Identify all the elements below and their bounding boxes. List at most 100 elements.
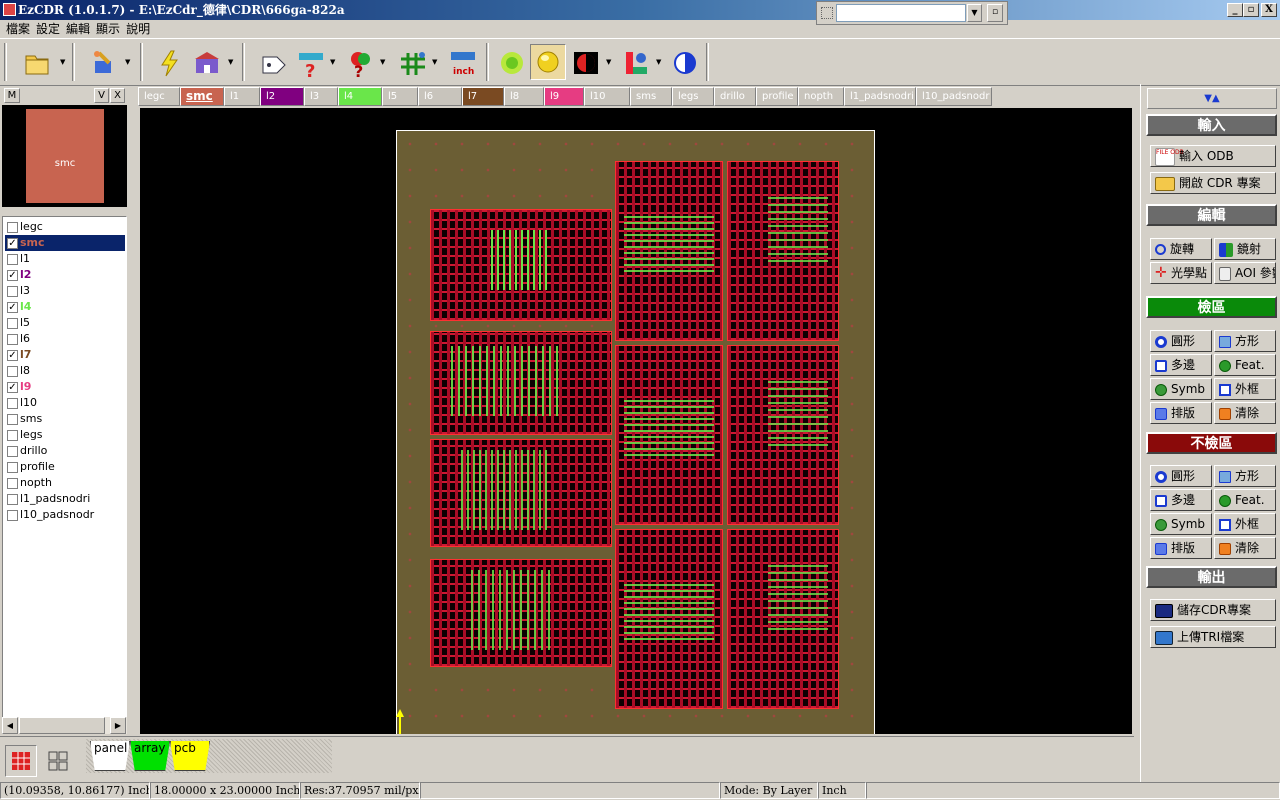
maximize-button[interactable]: ▫ [1243, 3, 1259, 17]
layer-tab-l2[interactable]: l2 [260, 87, 304, 106]
layer-tab-smc[interactable]: smc [180, 87, 224, 106]
preview-thumbnail[interactable]: smc [2, 105, 127, 207]
fiducial-button[interactable]: ✛ 光學點 [1150, 262, 1212, 284]
layer-checkbox[interactable]: ✓ [7, 269, 18, 281]
layer-checkbox[interactable] [7, 461, 18, 473]
layer-tab-l1[interactable]: l1 [224, 87, 260, 106]
rotate-button[interactable]: 旋轉 [1150, 238, 1212, 260]
inspect-feat-button[interactable]: Feat. [1214, 354, 1276, 376]
layer-checkbox[interactable] [7, 397, 18, 409]
layer-tab-l1_padsnodri[interactable]: l1_padsnodri [844, 87, 916, 106]
layer-row-sms[interactable]: sms [5, 411, 125, 427]
layer-row-l4[interactable]: ✓ l4 [5, 299, 125, 315]
mirror-button[interactable]: 鏡射 [1214, 238, 1276, 260]
layer-tab-l9[interactable]: l9 [544, 87, 584, 106]
layer-row-l3[interactable]: l3 [5, 283, 125, 299]
view-tab-pcb[interactable]: pcb [170, 741, 210, 771]
chevron-down-icon[interactable]: ▼ [330, 58, 335, 66]
tag-button[interactable] [254, 44, 290, 80]
layer-checkbox[interactable] [7, 221, 18, 233]
layer-tab-l8[interactable]: l8 [504, 87, 544, 106]
layer-checkbox[interactable] [7, 509, 18, 521]
layer-checkbox[interactable] [7, 429, 18, 441]
noinspect-feat-button[interactable]: Feat. [1214, 489, 1276, 511]
noinspect-outline-button[interactable]: 外框 [1214, 513, 1276, 535]
preview-m-button[interactable]: M [4, 88, 20, 103]
layer-tab-sms[interactable]: sms [630, 87, 672, 106]
noinspect-symb-button[interactable]: Symb [1150, 513, 1212, 535]
lightning-button[interactable] [150, 44, 186, 80]
scroll-thumb[interactable] [19, 717, 105, 734]
chevron-down-icon[interactable]: ▼ [60, 58, 65, 66]
inspect-polygon-button[interactable]: 多邊 [1150, 354, 1212, 376]
layer-checkbox[interactable] [7, 317, 18, 329]
layer-row-l2[interactable]: ✓ l2 [5, 267, 125, 283]
noinspect-circle-button[interactable]: 圓形 [1150, 465, 1212, 487]
layer-row-l7[interactable]: ✓ l7 [5, 347, 125, 363]
mm-inch-button[interactable]: inch [444, 44, 480, 80]
layer-tab-drillo[interactable]: drillo [714, 87, 756, 106]
upload-tri-button[interactable]: 上傳TRI檔案 [1150, 626, 1276, 648]
layer-tab-nopth[interactable]: nopth [798, 87, 844, 106]
tile-view-button[interactable] [42, 745, 74, 777]
layer-row-legs[interactable]: legs [5, 427, 125, 443]
layer-checkbox[interactable] [7, 445, 18, 457]
layer-checkbox[interactable] [7, 285, 18, 297]
layer-row-l9[interactable]: ✓ l9 [5, 379, 125, 395]
layer-tab-l10_padsnodr[interactable]: l10_padsnodr [916, 87, 992, 106]
chevron-down-icon[interactable]: ▼ [656, 58, 661, 66]
wizard-button[interactable] [84, 44, 120, 80]
noinspect-square-button[interactable]: 方形 [1214, 465, 1276, 487]
scroll-right-button[interactable]: ▶ [110, 717, 126, 734]
half-circle-button[interactable] [668, 44, 702, 80]
aoi-param-button[interactable]: AOI 參數 [1214, 262, 1276, 284]
menu-file[interactable]: 檔案 [0, 20, 30, 38]
layer-checkbox[interactable] [7, 413, 18, 425]
layer-green-button[interactable] [494, 44, 528, 80]
measure-button[interactable]: ? [292, 44, 328, 82]
inspect-square-button[interactable]: 方形 [1214, 330, 1276, 352]
contrast-button[interactable] [568, 44, 602, 80]
close-button[interactable]: X [1261, 3, 1277, 17]
layer-tab-legc[interactable]: legc [138, 87, 180, 106]
layer-row-l5[interactable]: l5 [5, 315, 125, 331]
layer-row-l6[interactable]: l6 [5, 331, 125, 347]
chevron-down-icon[interactable]: ▼ [125, 58, 130, 66]
layer-tab-profile[interactable]: profile [756, 87, 798, 106]
inspect-clear-button[interactable]: 清除 [1214, 402, 1276, 424]
layer-tab-l4[interactable]: l4 [338, 87, 382, 106]
noinspect-layout-button[interactable]: 排版 [1150, 537, 1212, 559]
open-folder-button[interactable] [18, 44, 56, 80]
layer-checkbox[interactable]: ✓ [7, 301, 18, 313]
layer-row-profile[interactable]: profile [5, 459, 125, 475]
layer-tab-legs[interactable]: legs [672, 87, 714, 106]
layer-row-l1[interactable]: l1 [5, 251, 125, 267]
layer-yellow-button[interactable] [530, 44, 566, 80]
chevron-down-icon[interactable]: ▼ [380, 58, 385, 66]
inspect-layout-button[interactable]: 排版 [1150, 402, 1212, 424]
view-tab-panel[interactable]: panel [90, 741, 130, 771]
layer-row-l8[interactable]: l8 [5, 363, 125, 379]
layer-checkbox[interactable] [7, 493, 18, 505]
layer-checkbox[interactable] [7, 365, 18, 377]
menu-help[interactable]: 說明 [120, 20, 150, 38]
layer-row-nopth[interactable]: nopth [5, 475, 125, 491]
preview-v-button[interactable]: V [94, 88, 109, 103]
scroll-left-button[interactable]: ◀ [2, 717, 18, 734]
layer-tab-l3[interactable]: l3 [304, 87, 338, 106]
noinspect-clear-button[interactable]: 清除 [1214, 537, 1276, 559]
collapse-button[interactable]: ▼▲ [1147, 88, 1277, 109]
menu-edit[interactable]: 編輯 [60, 20, 90, 38]
open-cdr-button[interactable]: 開啟 CDR 專案 [1150, 172, 1276, 194]
noinspect-polygon-button[interactable]: 多邊 [1150, 489, 1212, 511]
layer-checkbox[interactable] [7, 253, 18, 265]
layer-tab-l6[interactable]: l6 [418, 87, 462, 106]
import-odb-button[interactable]: FILE ODB輸入 ODB [1150, 145, 1276, 167]
menu-view[interactable]: 顯示 [90, 20, 120, 38]
menu-settings[interactable]: 設定 [30, 20, 60, 38]
preview-close-button[interactable]: X [110, 88, 125, 103]
layer-row-l10[interactable]: l10 [5, 395, 125, 411]
layer-tab-l10[interactable]: l10 [584, 87, 630, 106]
layer-checkbox[interactable] [7, 333, 18, 345]
minimize-button[interactable]: _ [1227, 3, 1243, 17]
